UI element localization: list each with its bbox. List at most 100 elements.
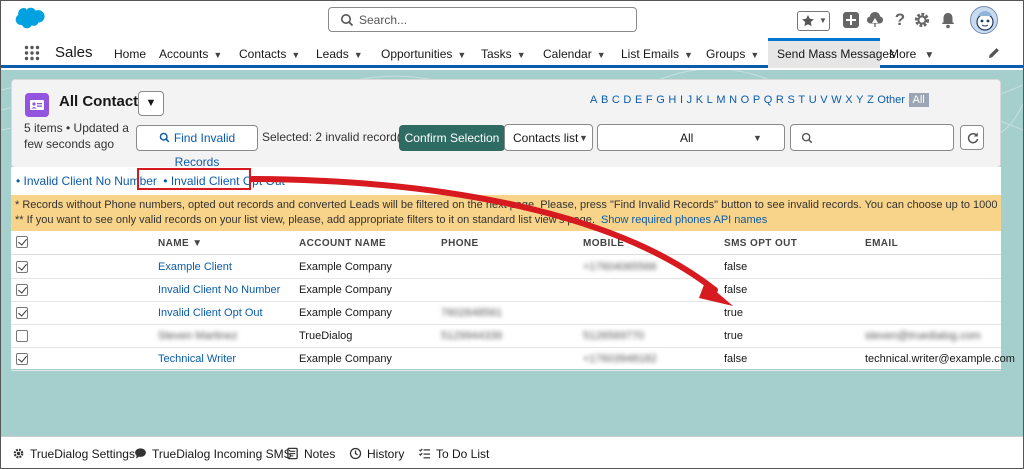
object-type-select[interactable]: Contacts list ▼ [504, 124, 593, 151]
row-checkbox[interactable] [16, 330, 28, 342]
help-icon[interactable]: ? [890, 10, 910, 30]
alpha-filter-t[interactable]: T [798, 94, 805, 106]
select-all-checkbox[interactable] [16, 236, 28, 248]
global-header: Search... ▼ ? [0, 0, 1024, 38]
alpha-filter-y[interactable]: Y [856, 94, 863, 106]
nav-item-contacts[interactable]: Contacts ▼ [239, 47, 300, 61]
alpha-filter-e[interactable]: E [635, 94, 642, 106]
app-launcher-icon[interactable] [24, 45, 40, 61]
alpha-filter-u[interactable]: U [809, 94, 817, 106]
alpha-filter-n[interactable]: N [729, 94, 737, 106]
nav-item-groups[interactable]: Groups ▼ [706, 47, 759, 61]
chevron-down-icon[interactable]: ▼ [457, 50, 466, 60]
alpha-filter-all[interactable]: All [908, 93, 929, 107]
list-view-select[interactable]: All ▼ [597, 124, 785, 151]
col-phone[interactable]: PHONE [441, 238, 479, 249]
nav-item-send-mass-messages[interactable]: Send Mass Messages [777, 47, 895, 61]
nav-item-leads[interactable]: Leads ▼ [316, 47, 363, 61]
alpha-filter-c[interactable]: C [612, 94, 620, 106]
alpha-filter-p[interactable]: P [753, 94, 760, 106]
alpha-filter-a[interactable]: A [590, 94, 597, 106]
nav-item-opportunities[interactable]: Opportunities ▼ [381, 47, 466, 61]
col-email[interactable]: EMAIL [865, 238, 898, 249]
nav-item-calendar[interactable]: Calendar ▼ [543, 47, 606, 61]
row-checkbox[interactable] [16, 261, 28, 273]
alpha-filter-other[interactable]: Other [877, 94, 905, 106]
alpha-filter-g[interactable]: G [656, 94, 665, 106]
nav-item-tasks[interactable]: Tasks ▼ [481, 47, 526, 61]
chevron-down-icon[interactable]: ▼ [291, 50, 300, 60]
chevron-down-icon[interactable]: ▼ [354, 50, 363, 60]
nav-item-more[interactable]: More ▼ [889, 47, 934, 61]
utility-history[interactable]: History [349, 447, 404, 461]
list-view-title: All Contacts [59, 93, 147, 110]
alpha-filter-i[interactable]: I [680, 94, 683, 106]
alpha-filter-b[interactable]: B [601, 94, 608, 106]
alpha-filter-s[interactable]: S [787, 94, 794, 106]
alpha-filter-l[interactable]: L [707, 94, 713, 106]
bell-icon[interactable] [938, 10, 958, 30]
nav-item-accounts[interactable]: Accounts ▼ [159, 47, 222, 61]
alpha-filter-f[interactable]: F [646, 94, 653, 106]
cell-mobile: 5126569770 [583, 330, 645, 342]
utility-truedialog-incoming-sms[interactable]: TrueDialog Incoming SMS [135, 447, 292, 461]
confirm-selection-button[interactable]: Confirm Selection [399, 125, 505, 151]
chevron-down-icon[interactable]: ▼ [597, 50, 606, 60]
add-icon[interactable] [841, 10, 861, 30]
table-row[interactable]: Invalid Client No Number Example Company f… [11, 279, 1001, 302]
global-search-input[interactable]: Search... [328, 7, 637, 32]
cell-name[interactable]: Example Client [158, 261, 232, 273]
utility-to-do-list[interactable]: To Do List [418, 447, 489, 461]
alpha-filter-j[interactable]: J [687, 94, 693, 106]
col-sms-opt-out[interactable]: SMS OPT OUT [724, 238, 797, 249]
trailhead-icon[interactable] [865, 10, 885, 30]
col-mobile[interactable]: MOBILE [583, 238, 624, 249]
alpha-filter-k[interactable]: K [696, 94, 703, 106]
alpha-filter-m[interactable]: M [716, 94, 725, 106]
tab-invalid-no-number[interactable]: • Invalid Client No Number [16, 174, 157, 188]
alpha-filter-d[interactable]: D [623, 94, 631, 106]
list-view-picker-button[interactable]: ▼ [138, 91, 164, 116]
alpha-filter-v[interactable]: V [820, 94, 827, 106]
row-checkbox[interactable] [16, 307, 28, 319]
favorites-button[interactable]: ▼ [797, 11, 830, 31]
cell-name[interactable]: Invalid Client Opt Out [158, 307, 263, 319]
alpha-filter-z[interactable]: Z [867, 94, 874, 106]
alpha-filter-o[interactable]: O [741, 94, 750, 106]
find-invalid-records-button[interactable]: Find Invalid Records [136, 125, 258, 169]
cell-name[interactable]: Invalid Client No Number [158, 284, 280, 296]
alpha-filter-r[interactable]: R [776, 94, 784, 106]
refresh-button[interactable] [960, 125, 984, 150]
table-row[interactable]: Example Client Example Company +1760406556… [11, 256, 1001, 279]
nav-item-home[interactable]: Home [114, 47, 146, 61]
list-search-input[interactable] [790, 124, 954, 151]
row-checkbox[interactable] [16, 284, 28, 296]
avatar[interactable] [970, 6, 998, 34]
show-phone-api-names-link[interactable]: Show required phones API names [601, 214, 767, 226]
alpha-filter-q[interactable]: Q [764, 94, 773, 106]
row-checkbox[interactable] [16, 353, 28, 365]
salesforce-logo-icon[interactable] [12, 6, 46, 30]
table-row[interactable]: Technical Writer Example Company +17603948… [11, 348, 1015, 371]
cell-name[interactable]: Steven Martinez [158, 330, 237, 342]
nav-label: List Emails [621, 47, 680, 61]
col-name[interactable]: NAME ▼ [158, 238, 203, 249]
chevron-down-icon[interactable]: ▼ [684, 50, 693, 60]
alpha-filter-w[interactable]: W [831, 94, 841, 106]
chevron-down-icon[interactable]: ▼ [517, 50, 526, 60]
edit-nav-pencil-icon[interactable] [987, 46, 1001, 60]
chevron-down-icon[interactable]: ▼ [924, 50, 934, 61]
chevron-down-icon[interactable]: ▼ [213, 50, 222, 60]
cell-name[interactable]: Technical Writer [158, 353, 236, 365]
col-account[interactable]: ACCOUNT NAME [299, 238, 386, 249]
utility-truedialog-settings[interactable]: TrueDialog Settings [13, 447, 135, 461]
table-row[interactable]: Steven Martinez TrueDialog 5129944339 51265… [11, 325, 1001, 348]
utility-notes[interactable]: Notes [287, 447, 335, 461]
nav-item-list-emails[interactable]: List Emails ▼ [621, 47, 693, 61]
table-row[interactable]: Invalid Client Opt Out Example Company 760… [11, 302, 1001, 325]
chevron-down-icon[interactable]: ▼ [750, 50, 759, 60]
alpha-filter-x[interactable]: X [845, 94, 852, 106]
search-icon [801, 132, 813, 144]
alpha-filter-h[interactable]: H [668, 94, 676, 106]
setup-gear-icon[interactable] [912, 10, 932, 30]
